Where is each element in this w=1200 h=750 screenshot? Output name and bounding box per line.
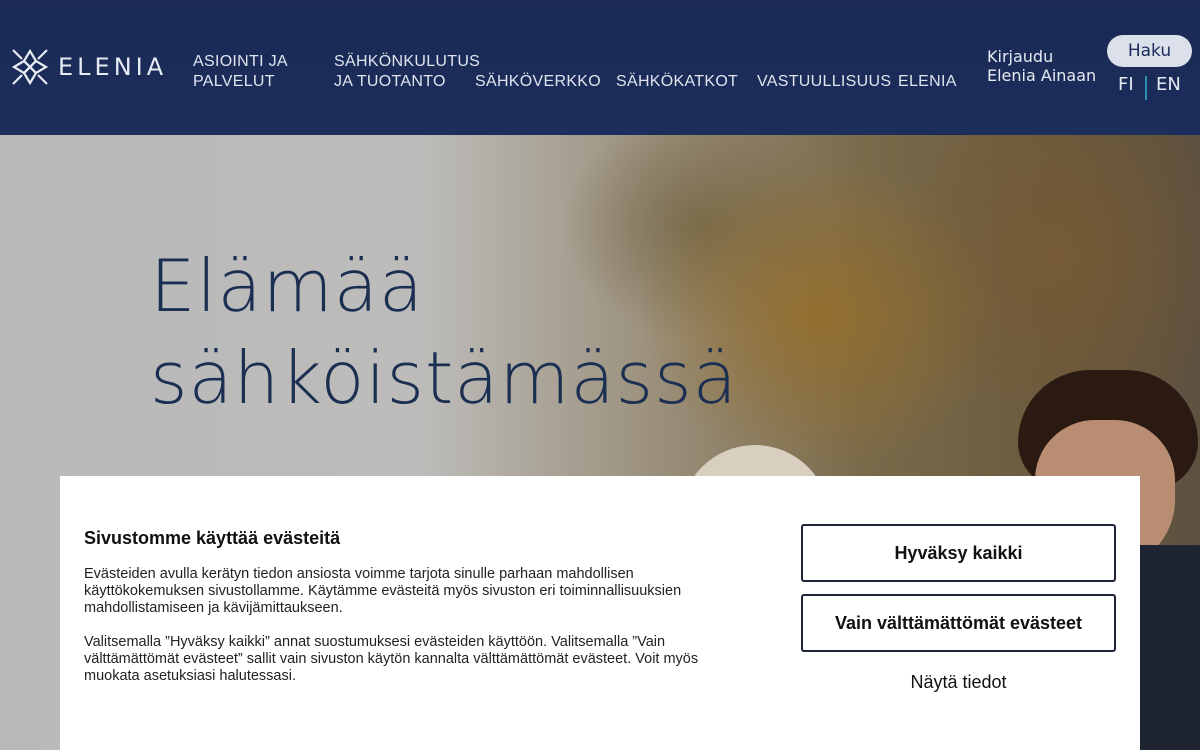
lang-fi[interactable]: FI <box>1118 74 1134 95</box>
hero-title-line1: Elämää <box>150 244 424 328</box>
nav-sahkonkulutus-ja-tuotanto[interactable]: SÄHKÖNKULUTUS JA TUOTANTO <box>334 52 480 92</box>
site-header: ELENIA ASIOINTI JA PALVELUT SÄHKÖNKULUTU… <box>0 0 1200 135</box>
login-line2: Elenia Ainaan <box>987 66 1097 85</box>
logo-text: ELENIA <box>58 53 168 81</box>
elenia-logo[interactable]: ELENIA <box>10 47 167 87</box>
hero-title-line2: sähköistämässä <box>150 336 738 420</box>
nav-sahkokatkot[interactable]: SÄHKÖKATKOT <box>616 72 738 92</box>
search-button[interactable]: Haku <box>1107 35 1192 67</box>
cookie-banner: Sivustomme käyttää evästeitä Evästeiden … <box>60 476 1140 750</box>
necessary-only-button[interactable]: Vain välttämättömät evästeet <box>801 594 1116 652</box>
cookie-title: Sivustomme käyttää evästeitä <box>84 528 341 548</box>
nav-elenia[interactable]: ELENIA <box>898 72 957 92</box>
accept-all-button[interactable]: Hyväksy kaikki <box>801 524 1116 582</box>
lang-en[interactable]: EN <box>1156 74 1181 95</box>
lang-separator <box>1145 76 1147 100</box>
nav-asiointi-ja-palvelut[interactable]: ASIOINTI JA PALVELUT <box>193 52 303 92</box>
cookie-paragraph-1: Evästeiden avulla kerätyn tiedon ansiost… <box>84 566 682 616</box>
elenia-star-icon <box>11 48 49 86</box>
nav-vastuullisuus[interactable]: VASTUULLISUUS <box>757 72 891 92</box>
cookie-paragraph-2: Valitsemalla ”Hyväksy kaikki” annat suos… <box>84 634 699 684</box>
login-line1: Kirjaudu <box>987 47 1054 66</box>
hero-title: Elämää sähköistämässä <box>150 240 738 424</box>
show-details-link[interactable]: Näytä tiedot <box>801 672 1116 693</box>
login-link[interactable]: Kirjaudu Elenia Ainaan <box>987 47 1096 85</box>
nav-sahkoverkko[interactable]: SÄHKÖVERKKO <box>475 72 601 92</box>
